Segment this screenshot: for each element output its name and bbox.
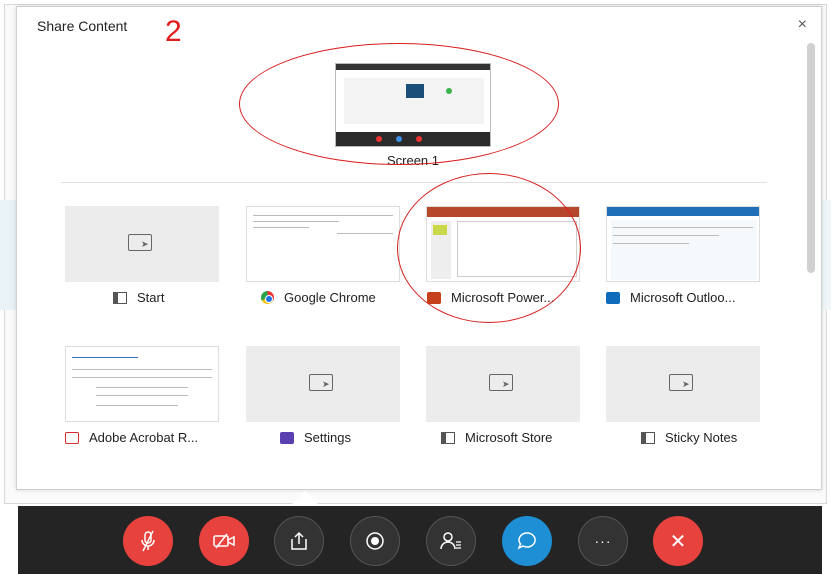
thumb-video	[406, 84, 424, 98]
meeting-toolbar: ··· ✕	[18, 506, 822, 574]
thumb-line	[337, 233, 393, 234]
thumb-btn	[416, 136, 422, 142]
dialog-title: Share Content	[37, 18, 128, 34]
app-label-microsoft-store[interactable]: Microsoft Store	[441, 430, 552, 445]
share-content-dialog: Share Content 2 × Screen 1 ➤ Start Googl…	[16, 6, 822, 490]
thumb-slide-mini	[433, 225, 447, 235]
app-name: Start	[137, 290, 165, 305]
thumb-dot	[446, 88, 452, 94]
app-name: Google Chrome	[284, 290, 376, 305]
thumb-btn	[376, 136, 382, 142]
app-tile-microsoft-store[interactable]: ➤	[426, 346, 580, 422]
screen-1-label[interactable]: Screen 1	[335, 153, 491, 168]
close-icon[interactable]: ×	[798, 16, 807, 34]
more-button[interactable]: ···	[578, 516, 628, 566]
participants-button[interactable]	[426, 516, 476, 566]
thumb-line	[72, 357, 138, 358]
thumb-line	[613, 227, 753, 228]
settings-icon	[280, 431, 294, 444]
chat-button[interactable]	[502, 516, 552, 566]
powerpoint-icon	[427, 291, 441, 304]
window-icon	[641, 431, 655, 444]
microphone-muted-icon	[141, 530, 155, 552]
app-tile-settings[interactable]: ➤	[246, 346, 400, 422]
app-name: Sticky Notes	[665, 430, 738, 445]
share-icon	[291, 531, 307, 550]
app-label-settings[interactable]: Settings	[280, 430, 351, 445]
record-icon	[366, 532, 384, 550]
app-tile-sticky-notes[interactable]: ➤	[606, 346, 760, 422]
thumb-header	[427, 207, 579, 217]
dialog-pointer	[290, 491, 320, 506]
thumb-line	[96, 395, 188, 396]
thumb-line	[613, 243, 689, 244]
app-tile-microsoft-outlook[interactable]	[606, 206, 760, 282]
app-label-google-chrome[interactable]: Google Chrome	[261, 290, 376, 305]
window-icon	[113, 291, 127, 304]
thumb-line	[72, 377, 212, 378]
thumb-line	[253, 221, 339, 222]
app-tile-microsoft-powerpoint[interactable]	[426, 206, 580, 282]
record-button[interactable]	[350, 516, 400, 566]
app-name: Microsoft Power...	[451, 290, 555, 305]
app-label-adobe-acrobat[interactable]: Adobe Acrobat R...	[65, 430, 198, 445]
app-name: Microsoft Store	[465, 430, 553, 445]
thumb-slide	[457, 221, 577, 277]
meeting-window: Share Content 2 × Screen 1 ➤ Start Googl…	[0, 0, 831, 574]
thumb-line	[253, 227, 309, 228]
thumb-line	[613, 235, 719, 236]
share-button[interactable]	[274, 516, 324, 566]
close-icon: ✕	[669, 530, 687, 553]
mute-button[interactable]	[123, 516, 173, 566]
participants-icon	[440, 532, 461, 550]
window-icon: ➤	[669, 374, 693, 391]
thumb-line	[96, 387, 188, 388]
leave-button[interactable]: ✕	[653, 516, 703, 566]
divider	[61, 182, 767, 183]
app-label-sticky-notes[interactable]: Sticky Notes	[641, 430, 737, 445]
scrollbar[interactable]	[807, 43, 815, 273]
app-tile-google-chrome[interactable]	[246, 206, 400, 282]
chrome-icon	[261, 291, 274, 304]
thumb-body	[611, 220, 757, 280]
app-tile-start[interactable]: ➤	[65, 206, 219, 282]
window-icon: ➤	[128, 234, 152, 251]
chat-icon	[517, 532, 536, 550]
window-icon	[441, 431, 455, 444]
more-icon: ···	[594, 533, 612, 549]
thumb-btn	[396, 136, 402, 142]
screen-1-thumbnail[interactable]	[335, 63, 491, 147]
app-name: Adobe Acrobat R...	[89, 430, 199, 445]
thumb-line	[72, 369, 212, 370]
app-tile-adobe-acrobat[interactable]	[65, 346, 219, 422]
thumb-line	[96, 405, 178, 406]
app-label-microsoft-powerpoint[interactable]: Microsoft Power...	[427, 290, 554, 305]
camera-off-icon	[213, 533, 235, 549]
app-name: Settings	[304, 430, 351, 445]
outlook-icon	[606, 291, 620, 304]
window-icon: ➤	[309, 374, 333, 391]
step-annotation: 2	[165, 15, 182, 48]
app-label-microsoft-outlook[interactable]: Microsoft Outloo...	[606, 290, 735, 305]
thumb-header	[607, 207, 759, 216]
acrobat-icon	[65, 431, 79, 444]
thumb-line	[253, 215, 393, 216]
app-name: Microsoft Outloo...	[630, 290, 736, 305]
thumb-toolbar	[336, 132, 490, 146]
window-icon: ➤	[489, 374, 513, 391]
video-off-button[interactable]	[199, 516, 249, 566]
thumb-topbar	[336, 64, 490, 70]
app-label-start[interactable]: Start	[113, 290, 164, 305]
